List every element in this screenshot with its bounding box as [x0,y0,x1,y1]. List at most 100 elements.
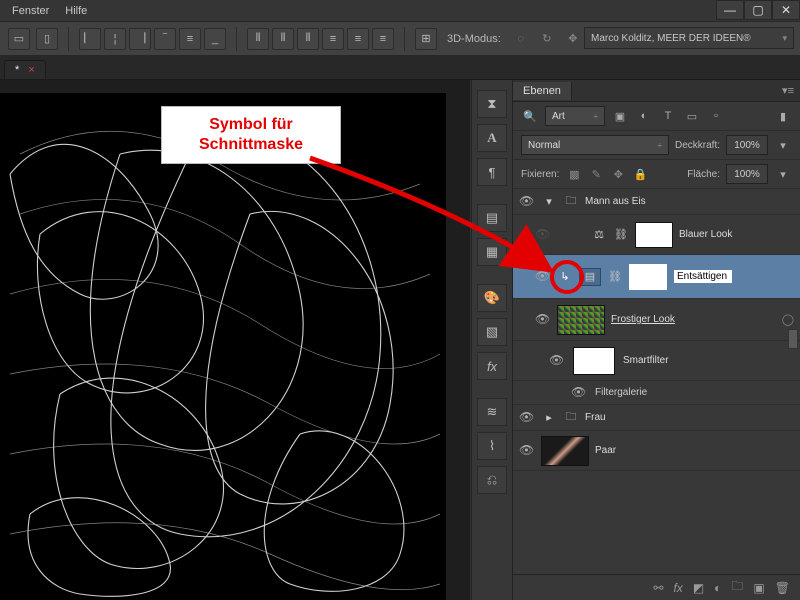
visibility-eye-icon[interactable]: 👁 [519,194,535,210]
align-group: ⎸ ¦ ⎹ ‾ ≡ _ [79,28,226,50]
new-layer-icon[interactable]: ▣ [753,581,764,595]
filter-shape-icon[interactable]: ▭ [683,107,701,125]
visibility-eye-icon[interactable]: 👁 [519,410,535,426]
visibility-eye-icon[interactable]: 👁 [535,227,551,243]
fill-field[interactable]: 100% [726,164,768,184]
fill-value: 100% [734,169,760,180]
channels-panel-icon[interactable]: ▦ [477,238,507,266]
layer-mask-thumb[interactable] [629,264,667,290]
layer-name: Blauer Look [679,229,732,240]
layer-row[interactable]: 👁 ⚖ ⛓ Blauer Look [513,215,800,255]
swatches-panel-icon[interactable]: ▧ [477,318,507,346]
layer-thumb[interactable] [541,436,589,466]
color-panel-icon[interactable]: 🎨 [477,284,507,312]
blend-mode-dropdown[interactable]: Normal ÷ [521,135,669,155]
clipping-mask-icon: ↳ [557,269,573,285]
option-icon[interactable]: ▭ [8,28,30,50]
tab-layers[interactable]: Ebenen [513,82,572,100]
trash-icon[interactable]: 🗑 [775,581,790,595]
group-icon[interactable]: 🗀 [731,577,743,598]
layer-row-selected[interactable]: 👁 ↳ ▤ ⛓ [513,255,800,299]
filter-smart-icon[interactable]: ▫ [707,107,725,125]
layer-row[interactable]: 👁 Paar [513,431,800,471]
minimize-button[interactable]: — [716,0,744,20]
character-panel-icon[interactable]: A [477,124,507,152]
pan-icon[interactable]: ✥ [563,29,583,49]
align-left-icon[interactable]: ⎸ [79,28,101,50]
lock-position-icon[interactable]: ✥ [609,166,627,182]
visibility-eye-icon[interactable]: 👁 [519,443,535,459]
chevron-down-icon: ÷ [594,112,598,121]
layer-rename-input[interactable] [673,269,733,284]
scrollbar-thumb[interactable] [788,329,798,349]
visibility-eye-icon[interactable]: 👁 [549,353,565,369]
smart-filters-row[interactable]: 👁 Smartfilter [513,341,800,381]
chevron-down-icon: ÷ [658,141,662,150]
visibility-eye-icon[interactable]: 👁 [571,385,587,401]
menu-help[interactable]: Hilfe [65,5,87,17]
opacity-field[interactable]: 100% [726,135,768,155]
maximize-button[interactable]: ▢ [744,0,772,20]
filter-toggle-icon[interactable]: ▮ [774,107,792,125]
brushpresets-panel-icon[interactable]: ⌇ [477,432,507,460]
distribute-icon[interactable]: ≡ [372,28,394,50]
align-middle-icon[interactable]: ≡ [179,28,201,50]
distribute-group: ⫴ ⫴ ⫴ ≡ ≡ ≡ [247,28,394,50]
fx-icon[interactable]: fx [673,581,682,595]
adjustment-icon[interactable]: ◐ [714,581,721,595]
filter-entry-row[interactable]: 👁 Filtergalerie [513,381,800,405]
align-right-icon[interactable]: ⎹ [129,28,151,50]
chevron-down-icon[interactable]: ▾ [774,165,792,183]
lock-pixels-icon[interactable]: ✎ [587,166,605,182]
distribute-icon[interactable]: ⫴ [247,28,269,50]
history-panel-icon[interactable]: ⧗ [477,90,507,118]
link-layers-icon[interactable]: ⚯ [653,581,663,595]
canvas[interactable] [0,94,445,600]
visibility-eye-icon[interactable]: 👁 [535,269,551,285]
align-top-icon[interactable]: ‾ [154,28,176,50]
paragraph-panel-icon[interactable]: ¶ [477,158,507,186]
styles-panel-icon[interactable]: fx [477,352,507,380]
search-icon[interactable]: 🔍 [521,107,539,125]
layer-group-row[interactable]: 👁 ▸ 🗀 Frau [513,405,800,431]
brush-panel-icon[interactable]: ≋ [477,398,507,426]
layers-list: 👁 ▾ 🗀 Mann aus Eis 👁 ⚖ ⛓ Blauer Look 👁 ↳… [513,189,800,574]
navigator-panel-icon[interactable]: ▤ [477,204,507,232]
rotate-icon[interactable]: ↻ [537,29,557,49]
close-button[interactable]: ✕ [772,0,800,20]
menu-window[interactable]: Fenster [12,5,49,17]
document-tabs: * × [0,56,800,80]
disclosure-triangle-icon[interactable]: ▸ [541,410,557,426]
auto-align-icon[interactable]: ⊞ [415,28,437,50]
distribute-icon[interactable]: ⫴ [272,28,294,50]
lock-all-icon[interactable]: 🔒 [631,166,649,182]
filter-kind-dropdown[interactable]: Art ÷ [545,106,605,126]
layer-group-row[interactable]: 👁 ▾ 🗀 Mann aus Eis [513,189,800,215]
disclosure-triangle-icon[interactable]: ▾ [541,194,557,210]
option-icon[interactable]: ▯ [36,28,58,50]
clone-panel-icon[interactable]: ⎌ [477,466,507,494]
align-bottom-icon[interactable]: _ [204,28,226,50]
orbit-icon[interactable]: ◌ [511,29,531,49]
distribute-icon[interactable]: ⫴ [297,28,319,50]
panel-menu-icon[interactable]: ▾≡ [782,84,794,97]
filter-adjust-icon[interactable]: ◐ [635,107,653,125]
lock-transparency-icon[interactable]: ▩ [565,166,583,182]
mask-icon[interactable]: ◩ [693,581,704,595]
visibility-eye-icon[interactable]: 👁 [535,312,551,328]
layer-row[interactable]: 👁 Frostiger Look ◯ [513,299,800,341]
close-tab-icon[interactable]: × [28,64,34,76]
separator-icon [236,27,237,51]
layer-mask-thumb[interactable] [635,222,673,248]
chevron-down-icon[interactable]: ▾ [774,136,792,154]
distribute-icon[interactable]: ≡ [322,28,344,50]
distribute-icon[interactable]: ≡ [347,28,369,50]
user-badge[interactable]: Marco Kolditz, MEER DER IDEEN® ▾ [584,27,794,49]
layer-thumb[interactable] [557,305,605,335]
filter-pixel-icon[interactable]: ▣ [611,107,629,125]
filter-mask-thumb[interactable] [573,347,615,375]
document-tab[interactable]: * × [4,60,46,79]
align-center-icon[interactable]: ¦ [104,28,126,50]
layer-name: Frau [585,412,606,423]
filter-type-icon[interactable]: T [659,107,677,125]
